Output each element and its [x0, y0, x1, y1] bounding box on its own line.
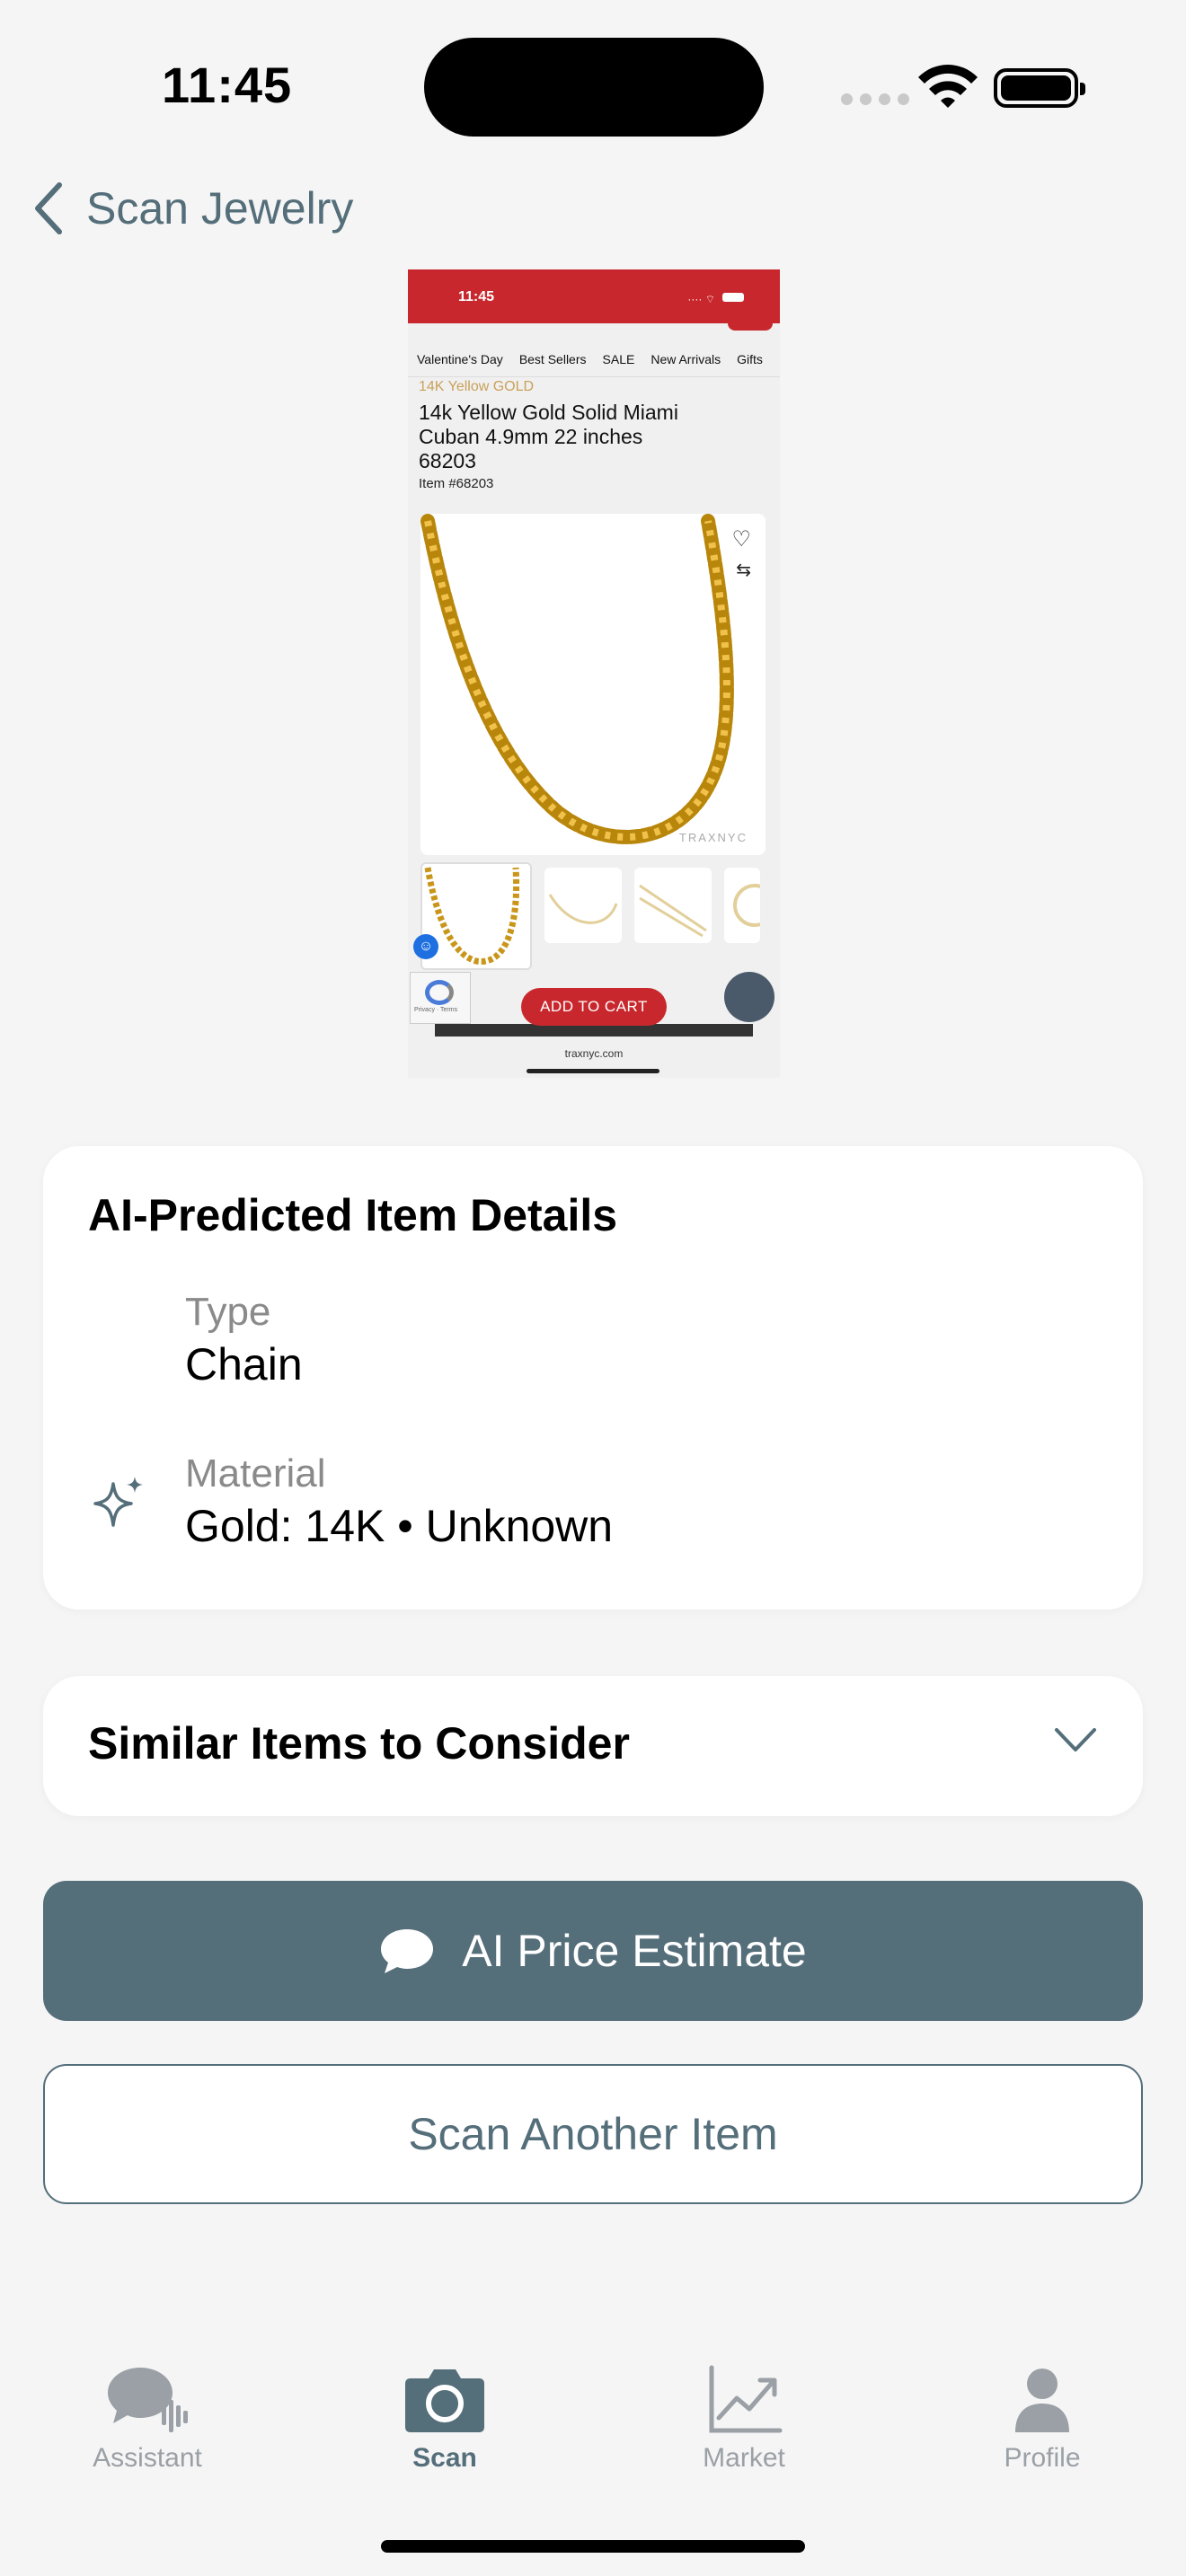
sparkle-icon — [93, 1477, 143, 1527]
scan-another-item-button[interactable]: Scan Another Item — [43, 2064, 1143, 2204]
preview-thumbnail — [544, 868, 622, 943]
preview-watermark: TRAXNYC — [678, 831, 748, 844]
preview-menu-item: Gifts — [737, 351, 763, 366]
preview-home-indicator — [527, 1069, 659, 1073]
preview-heart-icon: ♡ — [731, 527, 751, 551]
cellular-signal-icon — [841, 93, 909, 105]
tab-label: Market — [703, 2443, 785, 2473]
details-card-title: AI-Predicted Item Details — [88, 1190, 618, 1240]
tab-profile[interactable]: Profile — [943, 2362, 1141, 2474]
preview-strip — [435, 1024, 753, 1037]
preview-cart-tab — [728, 323, 773, 331]
chevron-down-icon[interactable] — [1053, 1726, 1098, 1753]
preview-category: 14K Yellow GOLD — [419, 379, 535, 394]
item-details-card: AI-Predicted Item Details Type Chain Mat… — [43, 1146, 1143, 1610]
scan-result-screen: 11:45 Scan Jewelry 11:45 ···· ⌔ Valentin… — [0, 0, 1186, 2576]
gold-chain-image — [420, 514, 734, 844]
preview-item-number: Item #68203 — [419, 476, 494, 491]
tab-assistant[interactable]: Assistant — [49, 2362, 246, 2474]
preview-status-time: 11:45 — [458, 289, 495, 304]
preview-thumbnail — [634, 868, 712, 943]
preview-signal-icon: ···· ⌔ — [687, 293, 715, 305]
home-indicator — [381, 2540, 805, 2553]
camera-icon — [405, 2369, 484, 2432]
chart-icon — [709, 2365, 783, 2433]
scan-another-item-label: Scan Another Item — [408, 2109, 778, 2159]
battery-icon — [994, 68, 1085, 108]
chat-bubble-icon — [381, 1929, 434, 1973]
material-label: Material — [185, 1451, 326, 1495]
assistant-chat-icon — [108, 2368, 188, 2432]
preview-thumbnails — [420, 862, 760, 970]
similar-items-card[interactable]: Similar Items to Consider — [43, 1676, 1143, 1816]
back-label: Scan Jewelry — [86, 183, 354, 234]
preview-add-to-cart: ADD TO CART — [521, 988, 667, 1026]
preview-menu-item: New Arrivals — [651, 351, 721, 366]
type-label: Type — [185, 1290, 271, 1334]
preview-chat-avatar — [724, 972, 774, 1022]
preview-menu-item: SALE — [602, 351, 635, 366]
preview-expand-icon: ⇆ — [736, 560, 751, 580]
preview-accessibility-icon: ☺ — [413, 934, 438, 959]
preview-thumbnail — [420, 862, 532, 970]
person-icon — [1015, 2369, 1069, 2432]
back-button[interactable]: Scan Jewelry — [31, 180, 353, 237]
preview-recaptcha-text: Privacy · Terms — [414, 1007, 458, 1013]
wifi-icon — [918, 65, 978, 108]
status-time: 11:45 — [162, 57, 293, 113]
ai-price-estimate-label: AI Price Estimate — [462, 1926, 807, 1976]
preview-product-image: ♡ ⇆ TRAXNYC — [420, 514, 766, 855]
tab-label: Profile — [1004, 2443, 1081, 2473]
tab-label: Scan — [412, 2443, 477, 2473]
preview-menu-item: Best Sellers — [518, 351, 587, 366]
chevron-left-icon — [35, 182, 62, 234]
type-value: Chain — [185, 1339, 303, 1389]
scanned-image-preview: 11:45 ···· ⌔ Valentine's Day Best Seller… — [408, 269, 780, 1078]
preview-recaptcha-badge: Privacy · Terms — [410, 972, 471, 1024]
preview-menu: Valentine's Day Best Sellers SALE New Ar… — [408, 341, 780, 377]
preview-menu-item: Valentine's Day — [417, 351, 503, 366]
similar-items-title: Similar Items to Consider — [88, 1718, 630, 1769]
preview-product-title: 14k Yellow Gold Solid Miami Cuban 4.9mm … — [419, 401, 678, 472]
tab-scan[interactable]: Scan — [346, 2362, 544, 2474]
preview-url: traxnyc.com — [564, 1047, 624, 1060]
material-value: Gold: 14K • Unknown — [185, 1501, 614, 1551]
tab-market[interactable]: Market — [645, 2362, 843, 2474]
ai-price-estimate-button[interactable]: AI Price Estimate — [43, 1881, 1143, 2021]
tab-label: Assistant — [93, 2443, 202, 2473]
preview-thumbnail — [724, 868, 760, 943]
preview-battery-icon — [722, 293, 744, 302]
dynamic-island — [424, 38, 764, 137]
